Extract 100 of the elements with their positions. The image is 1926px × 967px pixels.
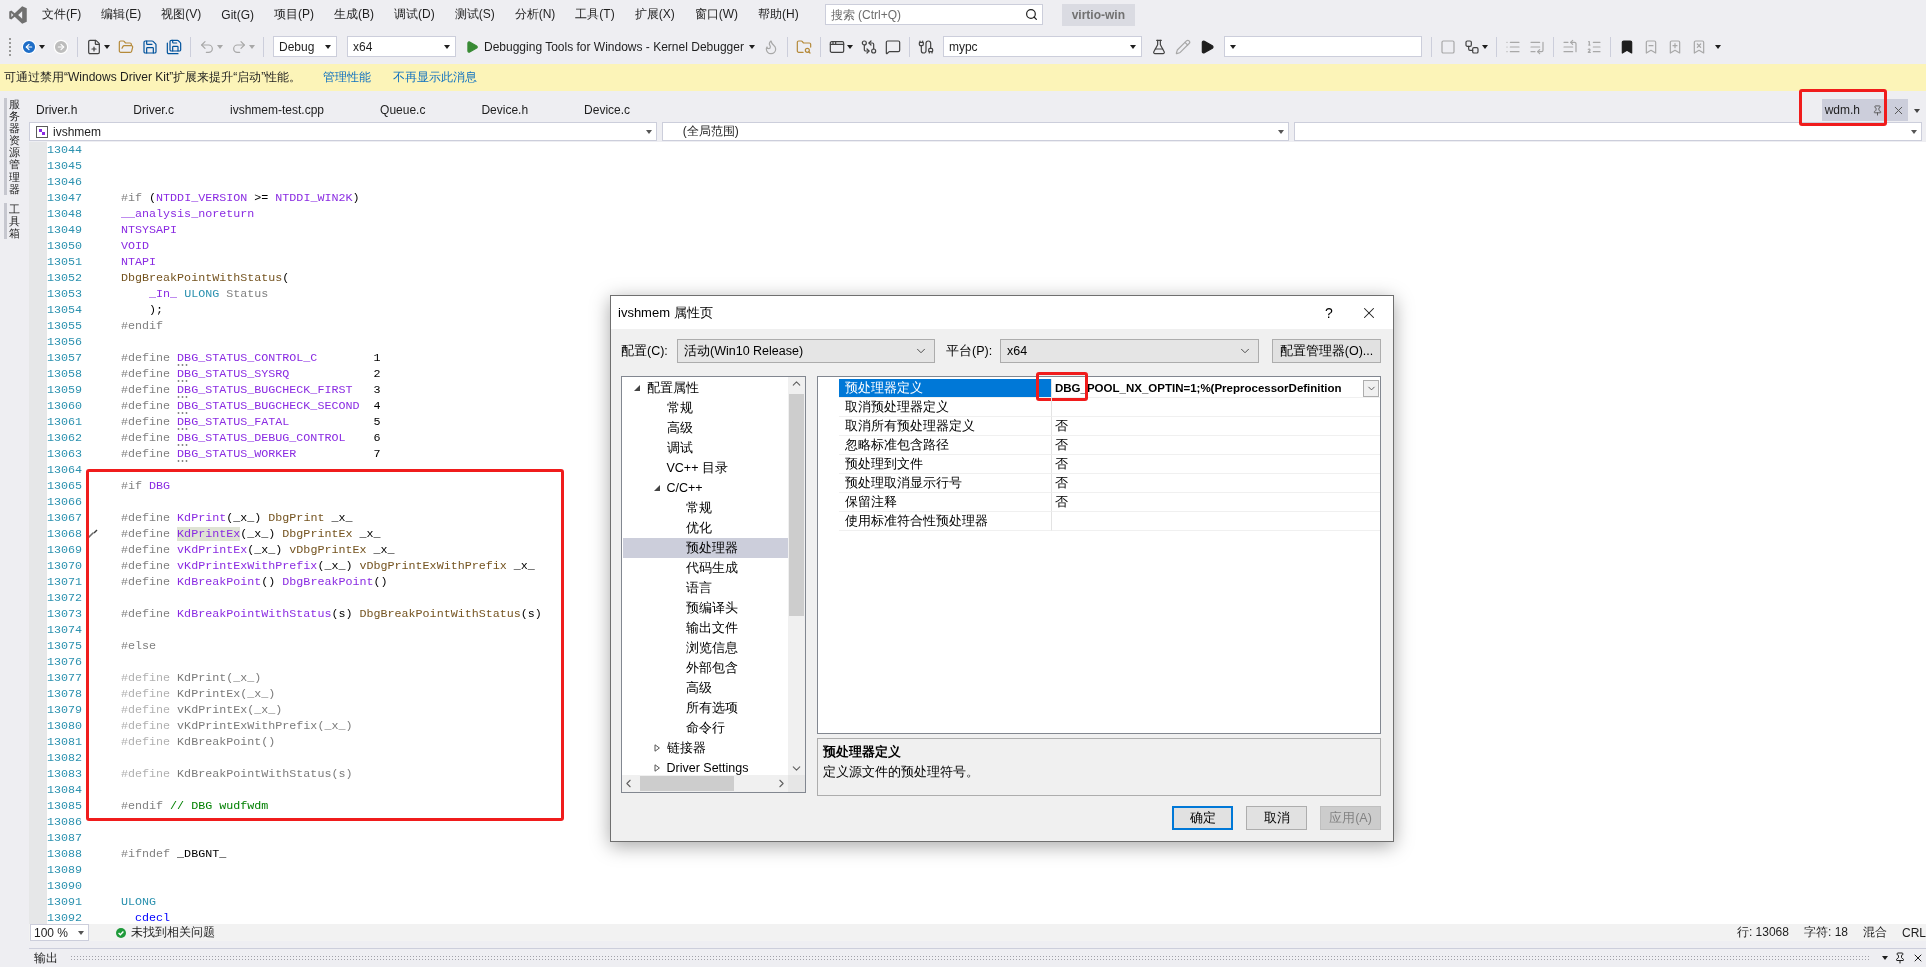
caret-icon[interactable] xyxy=(325,44,331,49)
tree-item[interactable]: C/C++ xyxy=(623,478,788,498)
caret-icon[interactable] xyxy=(1278,129,1285,134)
caret-icon[interactable] xyxy=(1229,44,1236,49)
menu-item[interactable]: 调试(D) xyxy=(384,0,445,29)
menu-item[interactable]: 帮助(H) xyxy=(748,0,809,29)
menu-item[interactable]: 扩展(X) xyxy=(624,0,685,29)
caret-icon[interactable] xyxy=(78,930,84,935)
hierarchy-icon[interactable] xyxy=(1463,38,1480,55)
window-icon[interactable] xyxy=(828,38,845,55)
save-icon[interactable] xyxy=(142,38,158,55)
tree-item[interactable]: 所有选项 xyxy=(623,698,788,718)
info-link[interactable]: 管理性能 xyxy=(323,69,372,86)
folder-icon[interactable] xyxy=(118,38,134,55)
property-name[interactable]: 取消预处理器定义 xyxy=(839,398,1052,417)
outline-triangle-icon[interactable] xyxy=(652,744,661,752)
menu-item[interactable]: 分析(N) xyxy=(504,0,566,29)
caret-icon[interactable] xyxy=(846,44,853,49)
caret-icon[interactable] xyxy=(1882,956,1888,960)
dropdown[interactable]: Debug xyxy=(273,36,337,57)
help-button[interactable]: ? xyxy=(1306,296,1352,329)
menu-item[interactable]: 编辑(E) xyxy=(91,0,152,29)
outline-triangle-icon[interactable] xyxy=(652,764,661,772)
dialog-button[interactable]: 取消 xyxy=(1246,806,1307,830)
member-dropdown[interactable] xyxy=(1294,122,1922,141)
menu-item[interactable]: 窗口(W) xyxy=(684,0,748,29)
caret-icon[interactable] xyxy=(1481,44,1488,49)
tree-item[interactable]: 预处理器 xyxy=(623,538,788,558)
caret-icon[interactable] xyxy=(748,44,755,49)
document-tab[interactable]: Device.c xyxy=(577,99,680,121)
document-tab[interactable]: ivshmem-test.cpp xyxy=(223,99,374,121)
tree-item[interactable]: 预编译头 xyxy=(623,598,788,618)
plug-icon[interactable] xyxy=(917,38,934,55)
menu-item[interactable]: Git(G) xyxy=(211,0,264,29)
document-tab[interactable]: Driver.c xyxy=(126,99,223,121)
scrollbar-thumb[interactable] xyxy=(640,776,734,791)
property-name[interactable]: 取消所有预处理器定义 xyxy=(839,417,1052,436)
menu-item[interactable]: 工具(T) xyxy=(565,0,625,29)
scope-dropdown[interactable]: (全局范围) xyxy=(661,122,1290,141)
document-tab[interactable]: Driver.h xyxy=(29,99,127,121)
side-panel-tab[interactable]: 服务器资源管理器 xyxy=(4,98,20,195)
menu-item[interactable]: 测试(S) xyxy=(444,0,505,29)
zoom-dropdown[interactable]: 100 % xyxy=(30,924,89,941)
tree-item[interactable]: 语言 xyxy=(623,578,788,598)
caret-icon[interactable] xyxy=(645,129,652,134)
filled-triangle-icon[interactable] xyxy=(633,384,641,392)
configuration-manager-button[interactable]: 配置管理器(O)... xyxy=(1272,339,1381,363)
save-all-icon[interactable] xyxy=(166,38,182,55)
menu-item[interactable]: 生成(B) xyxy=(324,0,384,29)
vertical-scrollbar[interactable] xyxy=(788,377,805,775)
run-button[interactable]: Debugging Tools for Windows - Kernel Debugger xyxy=(461,34,759,59)
grip-icon[interactable] xyxy=(8,36,12,57)
tree-item[interactable]: 外部包含 xyxy=(623,658,788,678)
caret-icon[interactable] xyxy=(1911,129,1917,134)
issues-status[interactable]: 未找到相关问题 xyxy=(131,924,215,941)
document-tab[interactable]: Queue.c xyxy=(373,99,475,121)
configuration-dropdown[interactable]: 活动(Win10 Release) xyxy=(677,339,935,363)
filled-triangle-icon[interactable] xyxy=(652,484,661,492)
document-tab[interactable]: Device.h xyxy=(474,99,578,121)
caret-icon[interactable] xyxy=(39,44,45,49)
property-name[interactable]: 保留注释 xyxy=(839,493,1052,512)
search-icon[interactable] xyxy=(1024,8,1038,21)
tree-item[interactable]: 常规 xyxy=(623,398,788,418)
tree-item[interactable]: 浏览信息 xyxy=(623,638,788,658)
property-name[interactable]: 使用标准符合性预处理器 xyxy=(839,512,1052,531)
tree-item[interactable]: Driver Settings xyxy=(623,758,788,775)
caret-icon[interactable] xyxy=(1129,44,1136,49)
caret-icon[interactable] xyxy=(444,44,450,49)
platform-dropdown[interactable]: x64 xyxy=(1000,339,1259,363)
property-name[interactable]: 忽略标准包含路径 xyxy=(839,436,1052,455)
tree-item[interactable]: VC++ 目录 xyxy=(623,458,788,478)
speech-bubble-icon[interactable] xyxy=(884,38,901,55)
dialog-button[interactable]: 确定 xyxy=(1172,806,1233,830)
flask-icon[interactable] xyxy=(1150,38,1167,55)
screwdriver-icon[interactable] xyxy=(86,527,99,540)
tree-item[interactable]: 常规 xyxy=(623,498,788,518)
line-endings[interactable]: CRL xyxy=(1902,925,1926,940)
tree-item[interactable]: 输出文件 xyxy=(623,618,788,638)
dropdown[interactable]: x64 xyxy=(347,36,456,57)
horizontal-scrollbar[interactable] xyxy=(622,775,788,792)
property-name[interactable]: 预处理器定义 xyxy=(839,379,1052,398)
overflow-caret-icon[interactable] xyxy=(1714,44,1721,49)
tab-list-caret-icon[interactable] xyxy=(1914,109,1920,113)
project-dropdown[interactable]: ivshmem xyxy=(29,122,657,141)
dropdown[interactable]: mypc xyxy=(942,36,1142,57)
indentation-mode[interactable]: 混合 xyxy=(1863,924,1887,941)
search-field[interactable]: 搜索 (Ctrl+Q) xyxy=(824,4,1043,25)
tree-item[interactable]: 代码生成 xyxy=(623,558,788,578)
compare-arrows-icon[interactable] xyxy=(860,38,877,55)
scrollbar-thumb[interactable] xyxy=(789,394,804,616)
property-name[interactable]: 预处理取消显示行号 xyxy=(839,474,1052,493)
pin-icon[interactable] xyxy=(1894,952,1906,964)
info-link[interactable]: 不再显示此消息 xyxy=(393,69,478,86)
menu-item[interactable]: 项目(P) xyxy=(264,0,324,29)
new-file-icon[interactable] xyxy=(86,38,102,55)
folder-search-icon[interactable] xyxy=(795,38,812,55)
menu-item[interactable]: 文件(F) xyxy=(32,0,92,29)
tree-item[interactable]: 命令行 xyxy=(623,718,788,738)
caret-icon[interactable] xyxy=(104,44,110,49)
side-panel-tab[interactable]: 工具箱 xyxy=(4,202,20,240)
